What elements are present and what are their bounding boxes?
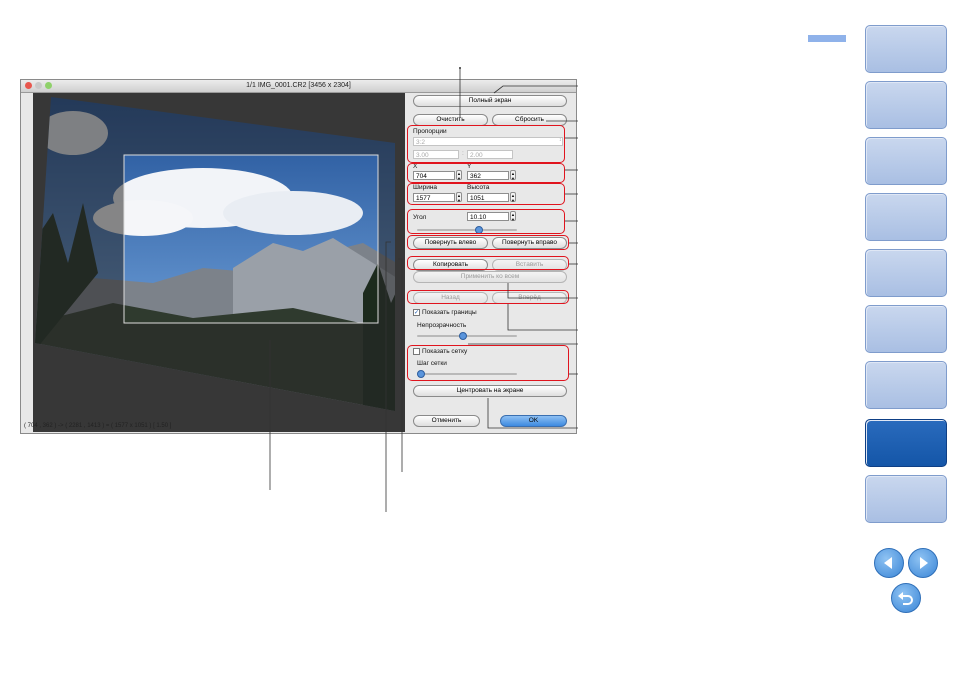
- callout-lines: [269, 67, 578, 512]
